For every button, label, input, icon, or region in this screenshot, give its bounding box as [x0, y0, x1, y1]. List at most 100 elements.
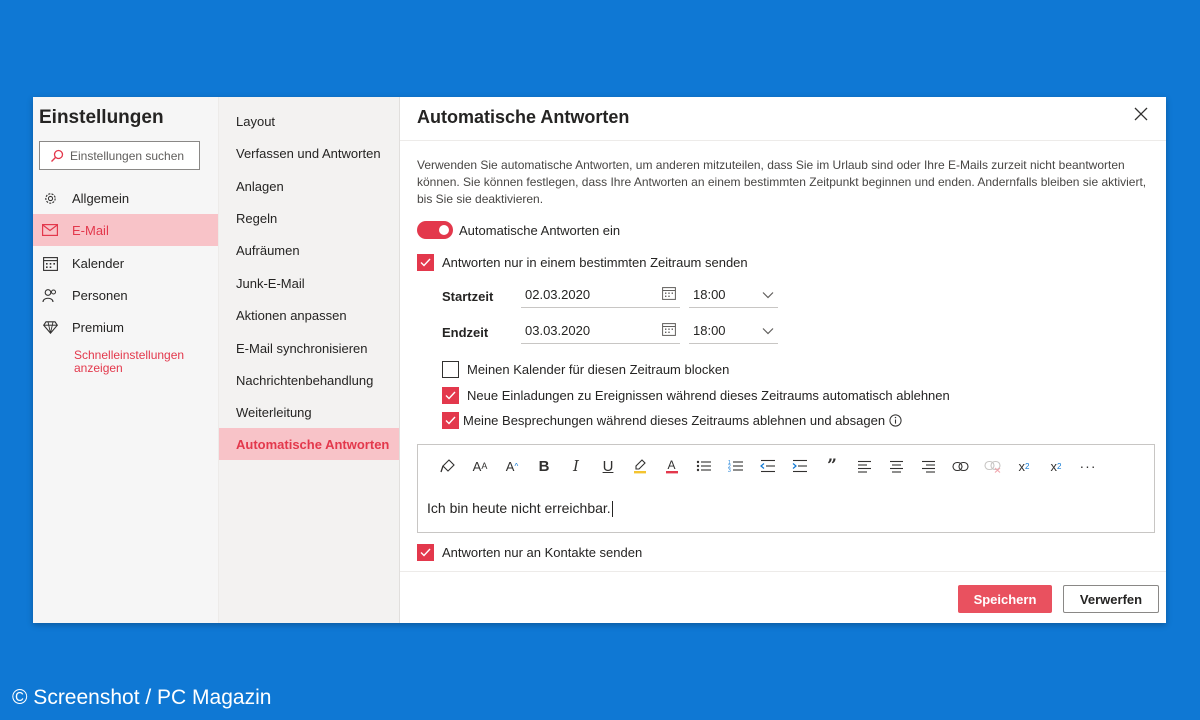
decline-meetings-label: Meine Besprechungen während dieses Zeitr…	[463, 413, 886, 428]
save-button[interactable]: Speichern	[958, 585, 1052, 613]
sidebar-item-personen[interactable]: Personen	[33, 279, 218, 311]
panel-title: Automatische Antworten	[417, 107, 630, 127]
decline-invites-row: Neue Einladungen zu Ereignissen während …	[442, 387, 950, 404]
link-icon[interactable]	[944, 457, 976, 475]
decline-meetings-row: Meine Besprechungen während dieses Zeitr…	[442, 412, 902, 429]
checkmark-icon	[445, 416, 456, 425]
nav-item-sync[interactable]: E-Mail synchronisieren	[219, 332, 399, 364]
discard-button[interactable]: Verwerfen	[1063, 585, 1159, 613]
bullet-list-icon[interactable]	[688, 457, 720, 475]
end-date-value: 03.03.2020	[525, 323, 591, 338]
nav-item-forwarding[interactable]: Weiterleitung	[219, 396, 399, 428]
timeframe-checkbox-row: Antworten nur in einem bestimmten Zeitra…	[417, 254, 748, 271]
underline-icon[interactable]: U	[592, 457, 624, 475]
sidebar-item-premium[interactable]: Premium	[33, 311, 218, 343]
auto-reply-toggle-row: Automatische Antworten ein	[417, 221, 620, 239]
svg-text:3: 3	[728, 468, 731, 473]
description-text: Verwenden Sie automatische Antworten, um…	[417, 158, 1147, 206]
nav-item-compose[interactable]: Verfassen und Antworten	[219, 137, 399, 169]
increase-indent-icon[interactable]	[784, 457, 816, 475]
superscript-icon[interactable]: x2	[1008, 457, 1040, 475]
font-color-icon[interactable]: A	[656, 457, 688, 475]
align-center-icon[interactable]	[880, 457, 912, 475]
more-options-icon[interactable]: ···	[1072, 457, 1104, 475]
remove-link-icon[interactable]	[976, 457, 1008, 475]
end-date-picker[interactable]: 03.03.2020	[521, 318, 680, 344]
sidebar-item-label: Premium	[72, 319, 125, 335]
decline-invites-checkbox[interactable]	[442, 387, 459, 404]
start-date-picker[interactable]: 02.03.2020	[521, 282, 680, 308]
start-time-value: 18:00	[693, 287, 726, 302]
info-icon[interactable]	[889, 414, 902, 427]
close-icon[interactable]	[1134, 107, 1150, 123]
format-toolbar: AA A ^ B I U A 123 ” x 2 x 2 ···	[432, 456, 1104, 476]
sidebar-item-label: Personen	[72, 287, 128, 303]
align-right-icon[interactable]	[912, 457, 944, 475]
nav-item-handling[interactable]: Nachrichtenbehandlung	[219, 364, 399, 396]
header-divider	[400, 140, 1166, 141]
highlight-icon[interactable]	[624, 457, 656, 475]
format-painter-icon[interactable]	[432, 457, 464, 475]
end-time-select[interactable]: 18:00	[689, 318, 778, 344]
calendar-icon	[42, 255, 58, 271]
settings-dialog: Einstellungen Einstellungen suchen Allge…	[33, 97, 1166, 623]
bold-icon[interactable]: B	[528, 457, 560, 475]
checkmark-icon	[445, 391, 456, 400]
decline-invites-label: Neue Einladungen zu Ereignissen während …	[467, 388, 950, 403]
svg-text:A: A	[668, 458, 676, 472]
chevron-down-icon	[762, 323, 774, 338]
settings-title: Einstellungen	[39, 107, 164, 128]
font-size-icon[interactable]: AA	[464, 457, 496, 475]
sidebar-item-kalender[interactable]: Kalender	[33, 247, 218, 279]
nav-item-actions[interactable]: Aktionen anpassen	[219, 299, 399, 331]
timeframe-label: Antworten nur in einem bestimmten Zeitra…	[442, 255, 748, 270]
message-body[interactable]: Ich bin heute nicht erreichbar.	[427, 500, 613, 518]
nav-item-automatic-replies[interactable]: Automatische Antworten	[219, 428, 399, 460]
chevron-down-icon	[762, 287, 774, 302]
calendar-icon[interactable]	[662, 322, 676, 339]
nav-item-junk[interactable]: Junk-E-Mail	[219, 267, 399, 299]
contacts-only-label: Antworten nur an Kontakte senden	[442, 545, 643, 560]
auto-reply-toggle[interactable]	[417, 221, 453, 239]
diamond-icon	[42, 319, 58, 335]
subscript-icon[interactable]: x2	[1040, 457, 1072, 475]
timeframe-checkbox[interactable]	[417, 254, 434, 271]
search-placeholder: Einstellungen suchen	[70, 148, 185, 163]
align-left-icon[interactable]	[848, 457, 880, 475]
footer-divider	[400, 571, 1166, 572]
quick-settings-link[interactable]: Schnelleinstellungen anzeigen	[74, 349, 204, 375]
grow-font-icon[interactable]: A ^	[496, 457, 528, 475]
search-icon	[50, 149, 64, 163]
sidebar-item-label: E-Mail	[72, 222, 109, 238]
sidebar-item-label: Kalender	[72, 255, 125, 271]
sidebar-item-email[interactable]: E-Mail	[33, 214, 218, 246]
start-date-value: 02.03.2020	[525, 287, 591, 302]
nav-item-rules[interactable]: Regeln	[219, 202, 399, 234]
block-calendar-row: Meinen Kalender für diesen Zeitraum bloc…	[442, 361, 729, 378]
end-time-value: 18:00	[693, 323, 726, 338]
block-calendar-checkbox[interactable]	[442, 361, 459, 378]
contacts-only-checkbox[interactable]	[417, 544, 434, 561]
checkmark-icon	[420, 258, 431, 267]
people-icon	[42, 287, 58, 303]
nav-item-layout[interactable]: Layout	[219, 105, 399, 137]
settings-sidebar: Einstellungen Einstellungen suchen Allge…	[33, 97, 218, 623]
settings-search-input[interactable]: Einstellungen suchen	[39, 141, 200, 170]
start-time-select[interactable]: 18:00	[689, 282, 778, 308]
italic-icon[interactable]: I	[560, 457, 592, 475]
nav-item-attachments[interactable]: Anlagen	[219, 170, 399, 202]
start-time-label: Startzeit	[442, 289, 494, 304]
sidebar-item-allgemein[interactable]: Allgemein	[33, 182, 218, 214]
copyright-watermark: © Screenshot / PC Magazin	[12, 686, 272, 709]
decline-meetings-checkbox[interactable]	[442, 412, 459, 429]
contacts-only-row: Antworten nur an Kontakte senden	[417, 544, 642, 561]
nav-item-sweep[interactable]: Aufräumen	[219, 234, 399, 266]
mail-settings-nav: Layout Verfassen und Antworten Anlagen R…	[218, 97, 399, 623]
sidebar-item-label: Allgemein	[72, 190, 130, 206]
calendar-icon[interactable]	[662, 286, 676, 303]
mail-icon	[42, 222, 58, 238]
decrease-indent-icon[interactable]	[752, 457, 784, 475]
message-editor[interactable]: AA A ^ B I U A 123 ” x 2 x 2 ··· Ich bin…	[417, 444, 1155, 533]
numbered-list-icon[interactable]: 123	[720, 457, 752, 475]
quote-icon[interactable]: ”	[816, 456, 848, 476]
